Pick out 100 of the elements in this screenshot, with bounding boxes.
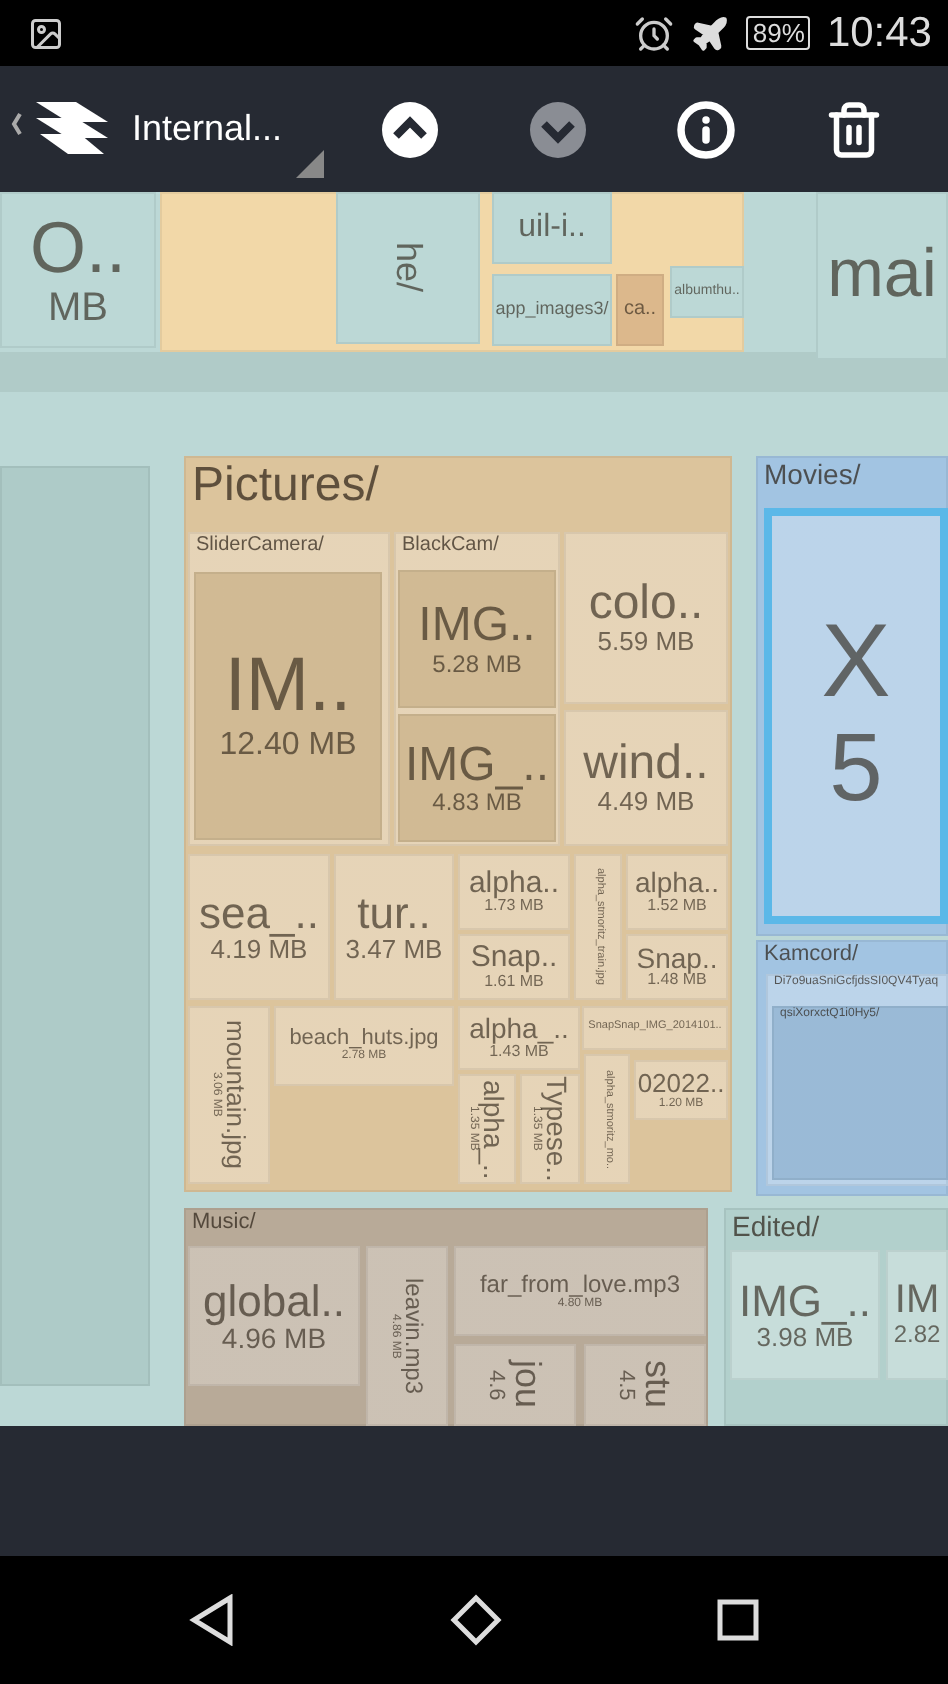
folder-tile[interactable] [0, 466, 150, 1386]
file-size: 2.82 [893, 1322, 941, 1350]
file-label: leavin.mp3 [401, 1277, 427, 1395]
file-label: far_from_love.mp3 [479, 1271, 681, 1297]
file-label: colo.. [588, 578, 704, 629]
file-label: alpha_.. [478, 1079, 509, 1179]
file-label: IM.. [224, 648, 352, 729]
file-tile[interactable]: app_images3/ [492, 274, 612, 346]
file-size: 4.6 [484, 1369, 509, 1401]
folder-tile[interactable] [184, 456, 732, 1192]
up-circle-icon [380, 99, 440, 159]
file-tile[interactable]: ca.. [616, 274, 664, 346]
file-label: he/ [389, 242, 427, 294]
file-label: sea_.. [199, 889, 319, 936]
file-size: 4.5 [614, 1369, 639, 1401]
file-label: beach_huts.jpg [289, 1027, 439, 1050]
file-size: 5.28 MB [432, 651, 522, 678]
image-icon [28, 15, 64, 51]
alarm-icon [634, 13, 675, 53]
folder-label: Music/ [192, 1210, 256, 1236]
file-label: alpha_.. [469, 1014, 569, 1044]
file-size: 1.52 MB [647, 897, 707, 916]
airplane-icon [690, 13, 731, 53]
folder-label: Edited/ [732, 1210, 820, 1243]
file-tile[interactable]: uil-i.. [492, 192, 612, 264]
file-label: O.. [29, 210, 126, 286]
file-size: 1.73 MB [484, 898, 544, 917]
file-tile[interactable]: IM.. 12.40 MB [194, 572, 382, 840]
file-tile[interactable]: Snap.. 1.61 MB [458, 934, 570, 1000]
file-label: Snap.. [470, 942, 558, 974]
file-label: IMG.. [418, 600, 536, 651]
file-tile[interactable]: mai [816, 192, 948, 360]
file-size: 3.47 MB [345, 935, 443, 965]
file-label: Snap.. [636, 943, 718, 973]
file-size: 5.59 MB [597, 628, 695, 658]
file-tile[interactable]: wind.. 4.49 MB [564, 710, 728, 846]
file-label: IM [894, 1280, 940, 1323]
file-label: alpha.. [468, 867, 560, 899]
file-size: 4.49 MB [597, 788, 695, 818]
file-tile[interactable]: stu 4.5 [584, 1344, 706, 1426]
file-tile[interactable]: tur.. 3.47 MB [334, 854, 454, 1000]
file-tile[interactable]: Snap.. 1.48 MB [626, 934, 728, 1000]
clock-time: 10:43 [826, 9, 932, 57]
file-tile[interactable]: IMG_.. 3.98 MB [730, 1250, 880, 1380]
folder-label: Pictures/ [192, 458, 379, 514]
folder-label: Kamcord/ [764, 942, 859, 968]
file-tile[interactable]: X 5 [764, 508, 948, 924]
file-label: mai [827, 240, 937, 312]
file-label: IMG_.. [738, 1277, 871, 1324]
file-tile[interactable]: IMG.. 5.28 MB [398, 570, 556, 708]
file-size: MB [48, 285, 108, 330]
file-label: Typese.. [541, 1076, 572, 1182]
home-icon[interactable] [449, 1594, 502, 1646]
file-label: global.. [203, 1277, 345, 1324]
file-size: 4.19 MB [210, 935, 308, 965]
file-tile[interactable]: IM 2.82 [886, 1250, 948, 1380]
file-label: stu [638, 1360, 676, 1409]
file-label: IMG_.. [404, 739, 549, 790]
file-size: 1.61 MB [484, 973, 544, 992]
dropdown-corner-icon [296, 150, 324, 178]
down-circle-icon [528, 99, 588, 159]
file-tile[interactable]: IMG_.. 4.83 MB [398, 714, 556, 842]
file-label: wind.. [583, 738, 709, 789]
file-size: 1.43 MB [489, 1043, 549, 1062]
folder-tile[interactable]: BlackCam/ IMG.. 5.28 MB IMG_.. 4.83 MB [394, 532, 560, 846]
file-size: 12.40 MB [219, 728, 357, 764]
file-label: mountain.jpg [221, 1020, 250, 1170]
folder-label: SliderCamera/ [196, 534, 324, 557]
folder-tile[interactable]: SliderCamera/ IM.. 12.40 MB [188, 532, 390, 846]
file-tile[interactable]: jou 4.6 [454, 1344, 576, 1426]
file-size: 3.98 MB [756, 1323, 854, 1353]
file-tile[interactable]: sea_.. 4.19 MB [188, 854, 330, 1000]
file-tile[interactable]: colo.. 5.59 MB [564, 532, 728, 704]
file-tile[interactable]: O.. MB [0, 192, 156, 348]
trash-icon [824, 99, 884, 159]
file-label: 02022.. [637, 1069, 725, 1098]
file-tile[interactable]: he/ [336, 192, 480, 344]
file-label: ca.. [623, 299, 657, 321]
battery-level: 89% [746, 16, 811, 50]
folder-tile[interactable]: Movies/ X 5 [756, 456, 948, 936]
file-label: jou [508, 1360, 546, 1410]
file-size: 1.48 MB [647, 972, 707, 991]
file-label: app_images3/ [495, 300, 609, 320]
recent-apps-icon[interactable] [716, 1598, 761, 1642]
file-label: X [821, 608, 891, 718]
file-size: 4.83 MB [432, 790, 522, 817]
folder-tile[interactable]: Edited/ IMG_.. 3.98 MB IM 2.82 [724, 1208, 948, 1426]
info-icon [676, 99, 736, 159]
folder-label: BlackCam/ [402, 534, 499, 557]
file-tile[interactable]: alpha.. 1.52 MB [626, 854, 728, 930]
storage-dropdown[interactable]: Internal... [120, 108, 283, 150]
file-label: uil-i.. [518, 211, 586, 245]
file-label: tur.. [357, 889, 431, 936]
file-tile[interactable]: alpha.. 1.73 MB [458, 854, 570, 930]
file-tile[interactable]: alpha_.. 1.43 MB [458, 1006, 580, 1070]
file-size: 5 [829, 717, 883, 824]
file-size: 4.96 MB [221, 1323, 327, 1355]
folder-label: Movies/ [764, 458, 861, 491]
back-icon[interactable] [187, 1594, 236, 1646]
file-tile[interactable]: global.. 4.96 MB [188, 1246, 360, 1386]
